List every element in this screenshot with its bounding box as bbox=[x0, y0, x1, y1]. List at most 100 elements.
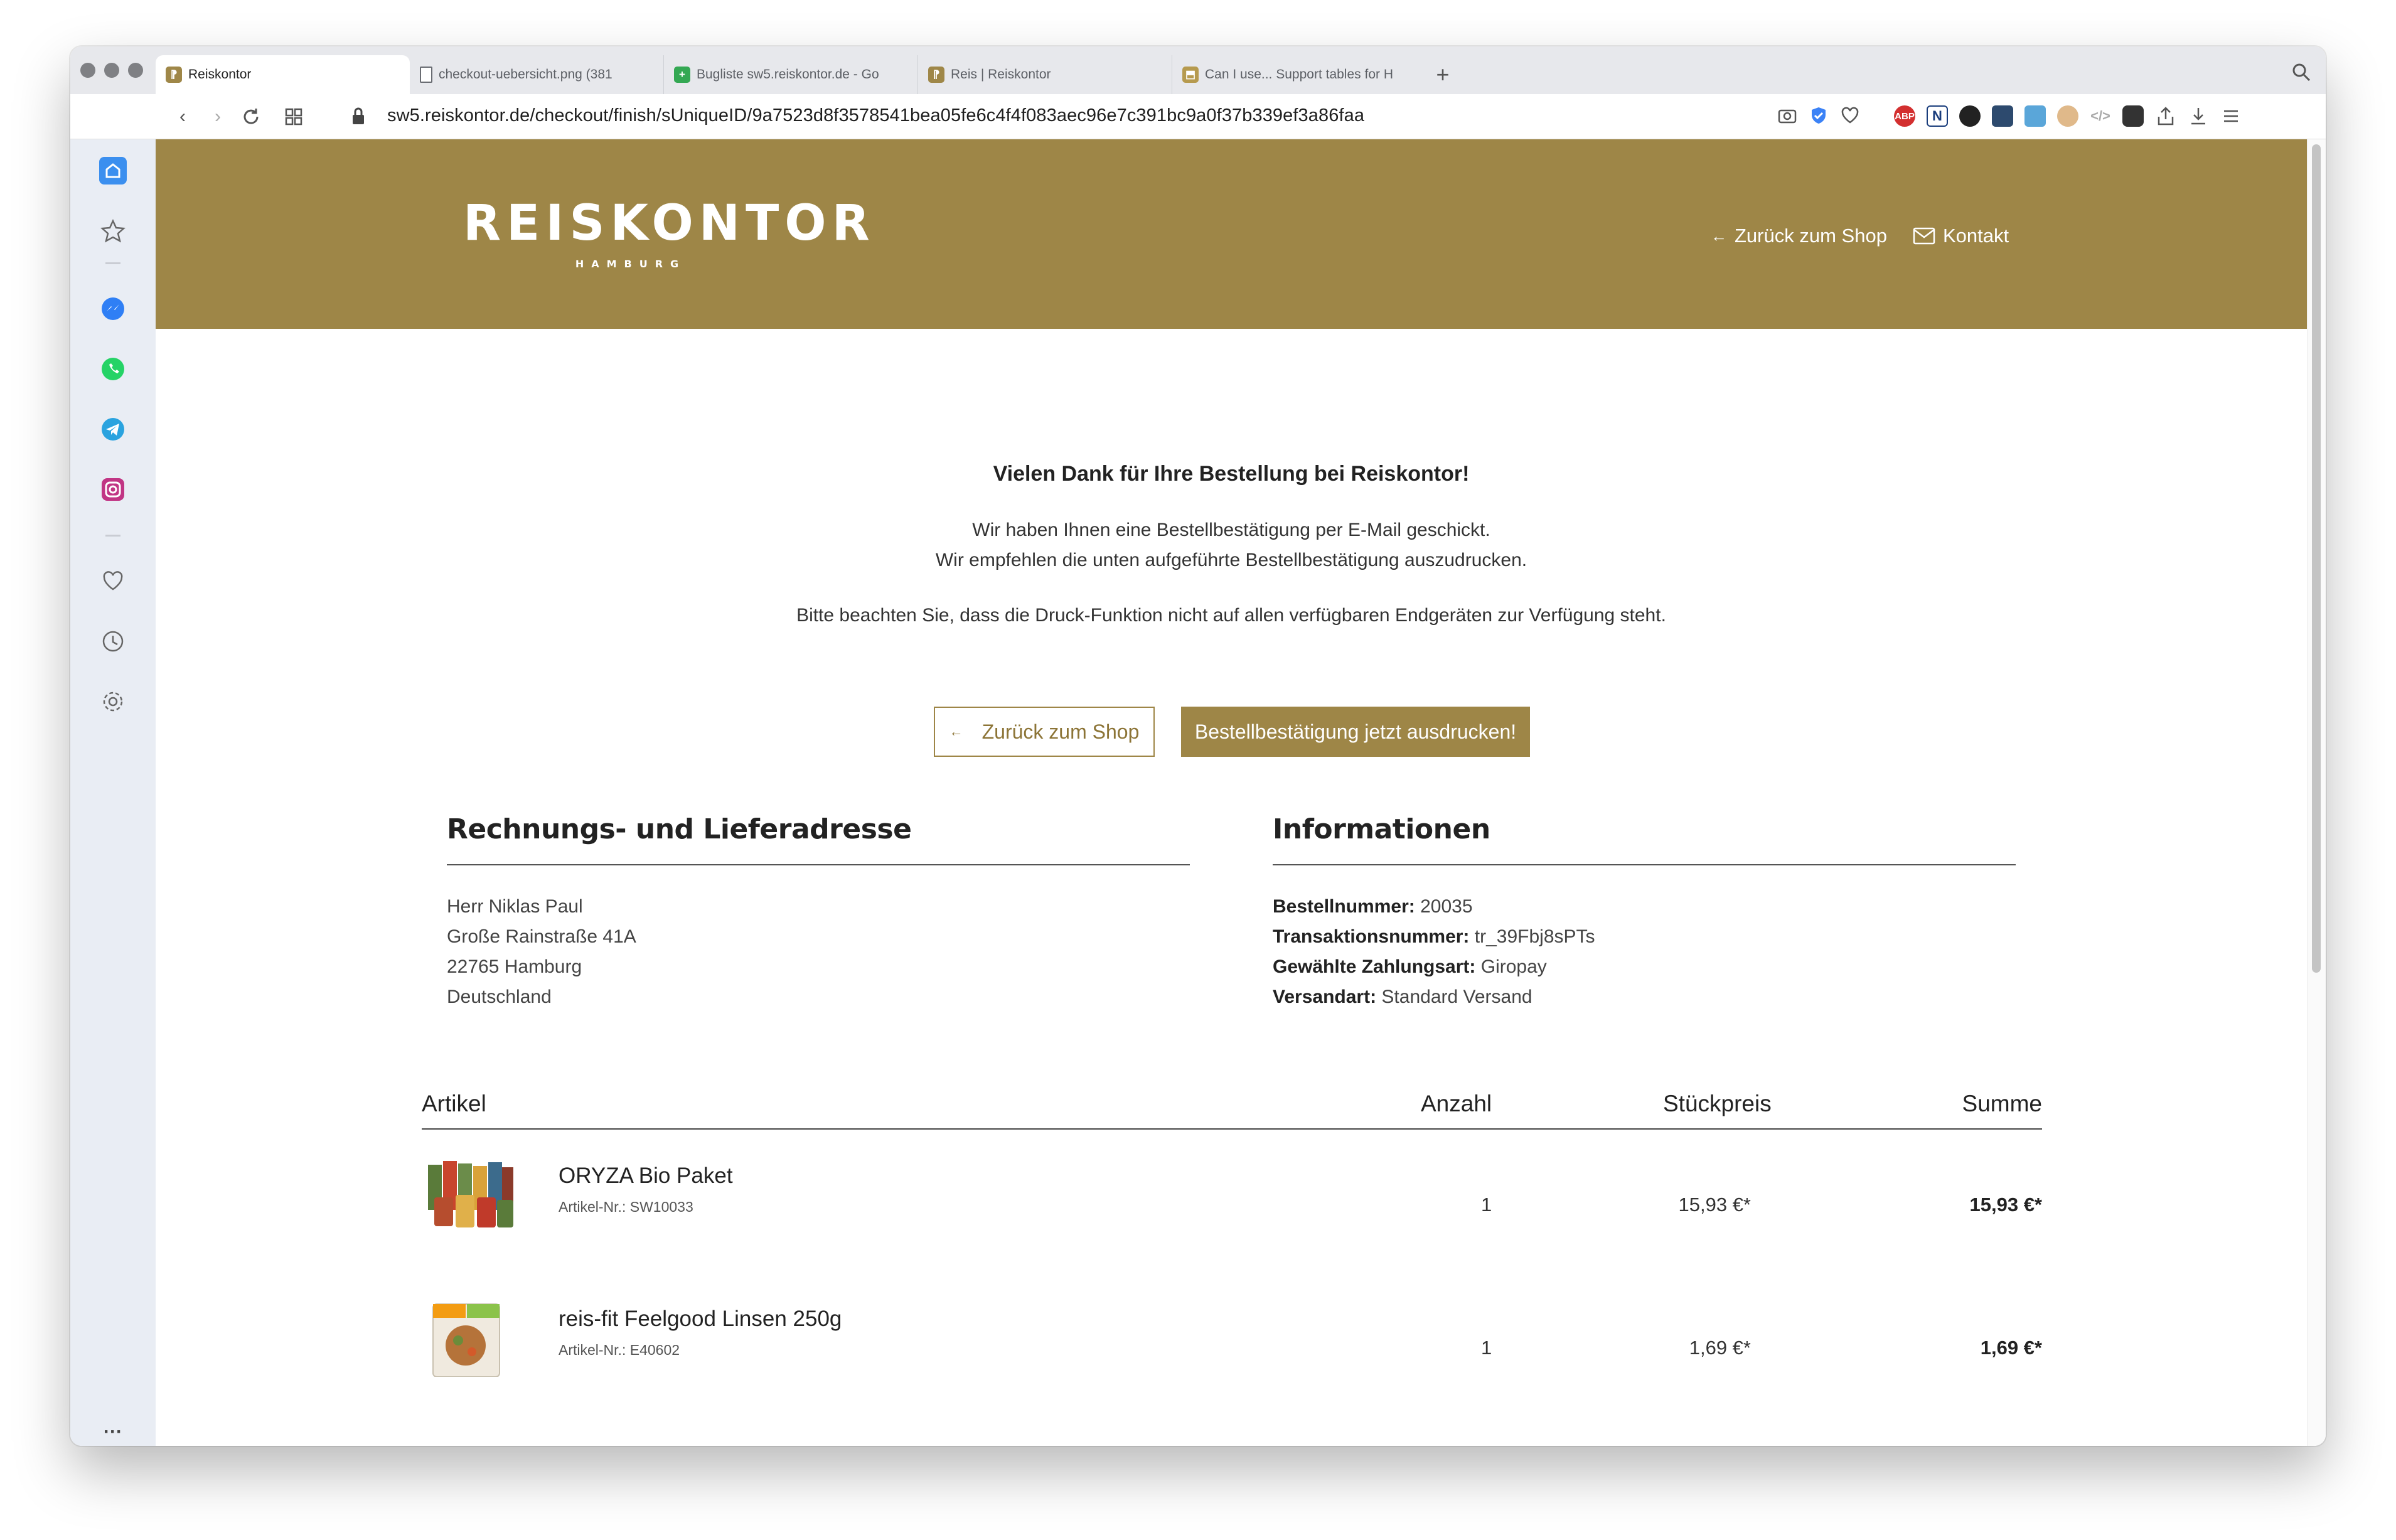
telegram-icon[interactable] bbox=[97, 413, 129, 446]
product-unit-price: 15,93 €* bbox=[1678, 1194, 1752, 1216]
box-extension-icon[interactable] bbox=[2122, 105, 2144, 127]
column-quantity: Anzahl bbox=[1421, 1091, 1492, 1116]
screenshot-extension-icon[interactable] bbox=[1992, 105, 2013, 127]
tab-checkout-png[interactable]: checkout-uebersicht.png (381 bbox=[410, 55, 664, 94]
tab-reis[interactable]: ⁋ Reis | Reiskontor bbox=[918, 55, 1172, 94]
header-back-label: Zurück zum Shop bbox=[1735, 225, 1887, 247]
column-unit-price: Stückpreis bbox=[1663, 1091, 1772, 1116]
tab-strip: ⁋ Reiskontor checkout-uebersicht.png (38… bbox=[70, 46, 2326, 94]
adblock-extension-icon[interactable]: ABP bbox=[1894, 105, 1915, 127]
tab-caniuse[interactable]: ⬒ Can I use... Support tables for H bbox=[1172, 55, 1426, 94]
zoom-window-button[interactable] bbox=[128, 63, 143, 78]
product-name[interactable]: ORYZA Bio Paket bbox=[559, 1163, 733, 1189]
tab-overview-icon[interactable] bbox=[285, 108, 302, 126]
instagram-icon[interactable] bbox=[97, 473, 129, 506]
tab-reiskontor[interactable]: ⁋ Reiskontor bbox=[156, 55, 410, 94]
extension-bar: ABP N </> bbox=[1894, 105, 2242, 127]
transaction-value: tr_39Fbj8sPTs bbox=[1474, 926, 1595, 947]
shop-logo[interactable]: REISKONTOR HAMBURG bbox=[463, 199, 870, 270]
tab-bugliste[interactable]: + Bugliste sw5.reiskontor.de - Go bbox=[664, 55, 918, 94]
envelope-icon bbox=[1913, 227, 1935, 245]
url-field[interactable]: sw5.reiskontor.de/checkout/finish/sUniqu… bbox=[387, 105, 1364, 126]
back-to-shop-label: Zurück zum Shop bbox=[981, 720, 1140, 743]
back-icon[interactable]: ‹ bbox=[166, 100, 200, 134]
transaction-label: Transaktionsnummer: bbox=[1273, 926, 1470, 947]
product-unit-price: 1,69 €* bbox=[1689, 1337, 1751, 1359]
print-confirmation-button[interactable]: Bestellbestätigung jetzt ausdrucken! bbox=[1181, 707, 1530, 757]
order-number-row: Bestellnummer: 20035 bbox=[1273, 892, 2016, 922]
address-country: Deutschland bbox=[447, 987, 552, 1007]
payment-row: Gewählte Zahlungsart: Giropay bbox=[1273, 952, 2016, 982]
logo-subline: HAMBURG bbox=[575, 258, 687, 270]
sidebar-divider bbox=[105, 262, 120, 264]
product-number: Artikel-Nr.: E40602 bbox=[559, 1342, 680, 1358]
code-extension-icon[interactable]: </> bbox=[2090, 105, 2111, 127]
payment-label: Gewählte Zahlungsart: bbox=[1273, 956, 1476, 977]
settings-gear-icon[interactable] bbox=[97, 685, 129, 718]
print-function-notice: Bitte beachten Sie, dass die Druck-Funkt… bbox=[796, 605, 1666, 626]
caniuse-icon: ⬒ bbox=[1182, 67, 1199, 83]
product-sum: 1,69 €* bbox=[1980, 1337, 2042, 1359]
column-sum: Summe bbox=[1962, 1091, 2042, 1116]
tab-title: checkout-uebersicht.png (381 bbox=[439, 67, 612, 82]
close-window-button[interactable] bbox=[80, 63, 95, 78]
product-quantity: 1 bbox=[1481, 1337, 1492, 1359]
sidebar-divider bbox=[105, 535, 120, 537]
header-contact-label: Kontakt bbox=[1943, 225, 2009, 247]
order-number-value: 20035 bbox=[1420, 896, 1473, 917]
browser-sidebar: ··· bbox=[70, 139, 156, 1446]
more-icon[interactable]: ··· bbox=[97, 1416, 129, 1446]
menu-icon[interactable] bbox=[2220, 105, 2242, 127]
confirmation-title: Vielen Dank für Ihre Bestellung bei Reis… bbox=[993, 462, 1470, 486]
reload-icon[interactable] bbox=[241, 107, 261, 127]
scrollbar-thumb[interactable] bbox=[2312, 144, 2321, 973]
page-scrollbar[interactable] bbox=[2307, 139, 2326, 1446]
minimize-window-button[interactable] bbox=[104, 63, 119, 78]
n-extension-icon[interactable]: N bbox=[1927, 105, 1948, 127]
address-actions bbox=[1777, 105, 1860, 126]
browser-window: ⁋ Reiskontor checkout-uebersicht.png (38… bbox=[70, 46, 2326, 1446]
start-page-icon[interactable] bbox=[97, 154, 129, 187]
history-clock-icon[interactable] bbox=[97, 625, 129, 658]
table-row: ORYZA Bio Paket Artikel-Nr.: SW10033 1 1… bbox=[422, 1150, 2042, 1263]
back-to-shop-button[interactable]: ← Zurück zum Shop bbox=[934, 707, 1155, 757]
forward-icon[interactable]: › bbox=[201, 100, 235, 134]
header-back-link[interactable]: ← Zurück zum Shop bbox=[1711, 225, 1887, 247]
whatsapp-icon[interactable] bbox=[97, 353, 129, 385]
lock-icon[interactable] bbox=[351, 107, 365, 126]
heart-icon[interactable] bbox=[1840, 105, 1860, 126]
favorites-heart-icon[interactable] bbox=[97, 565, 129, 597]
header-contact-link[interactable]: Kontakt bbox=[1913, 225, 2009, 247]
tab-title: Reis | Reiskontor bbox=[951, 67, 1051, 82]
arrow-left-icon: ← bbox=[1711, 226, 1727, 245]
reiskontor-favicon-icon: ⁋ bbox=[928, 67, 944, 83]
reiskontor-favicon-icon: ⁋ bbox=[166, 67, 182, 83]
bookmarks-icon[interactable] bbox=[97, 215, 129, 247]
camera-icon[interactable] bbox=[1777, 105, 1797, 126]
sheets-icon: + bbox=[674, 67, 690, 83]
download-icon[interactable] bbox=[2188, 105, 2209, 127]
product-image-oryza-bio-paket[interactable] bbox=[425, 1158, 516, 1234]
new-tab-button[interactable]: + bbox=[1426, 55, 1459, 94]
product-sum: 15,93 €* bbox=[1969, 1194, 2043, 1216]
address-street: Große Rainstraße 41A bbox=[447, 926, 636, 947]
dark-mode-extension-icon[interactable] bbox=[1959, 105, 1981, 127]
shipping-row: Versandart: Standard Versand bbox=[1273, 982, 2016, 1012]
address-name: Herr Niklas Paul bbox=[447, 896, 583, 917]
shield-icon[interactable] bbox=[1809, 105, 1829, 126]
grid-extension-icon[interactable] bbox=[2024, 105, 2046, 127]
address-section: Rechnungs- und Lieferadresse Herr Niklas… bbox=[447, 813, 1190, 1012]
order-number-label: Bestellnummer: bbox=[1273, 896, 1415, 917]
share-icon[interactable] bbox=[2155, 105, 2176, 127]
shipping-value: Standard Versand bbox=[1381, 987, 1532, 1007]
tab-search-icon[interactable] bbox=[2292, 63, 2311, 82]
color-extension-icon[interactable] bbox=[2057, 105, 2078, 127]
document-icon bbox=[420, 67, 432, 83]
window-controls bbox=[80, 63, 143, 78]
tab-title: Reiskontor bbox=[188, 67, 252, 82]
shop-header: REISKONTOR HAMBURG ← Zurück zum Shop Kon… bbox=[156, 139, 2307, 329]
messenger-icon[interactable] bbox=[97, 292, 129, 325]
table-header: Artikel Anzahl Stückpreis Summe bbox=[422, 1091, 2042, 1130]
product-name[interactable]: reis-fit Feelgood Linsen 250g bbox=[559, 1307, 842, 1332]
product-image-reis-fit-linsen[interactable] bbox=[425, 1302, 516, 1377]
